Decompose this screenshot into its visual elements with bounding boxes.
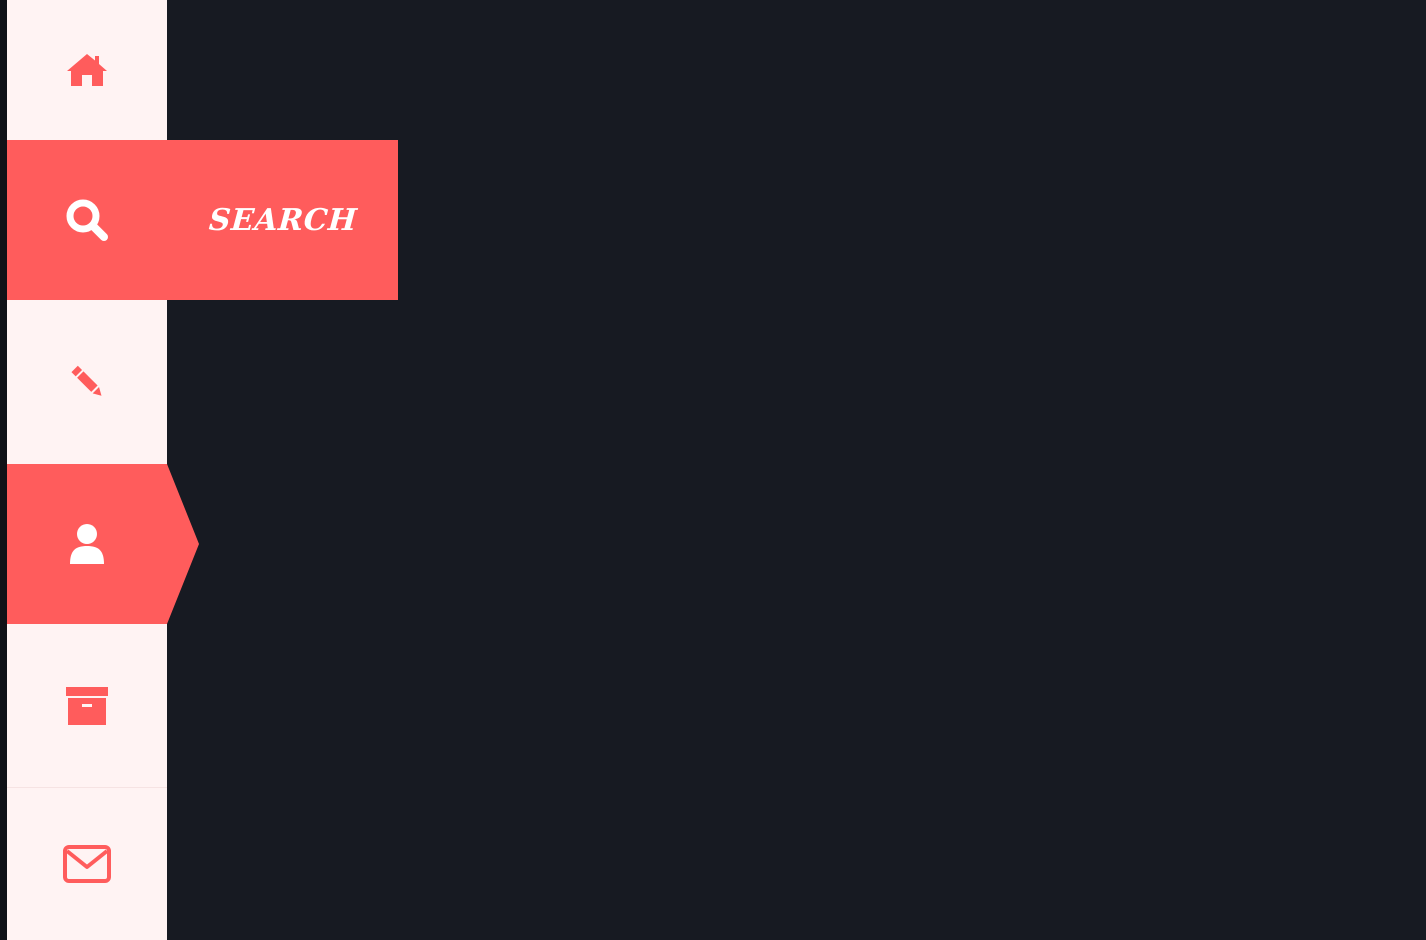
user-icon [70, 524, 104, 564]
app-page: SEARCH [0, 0, 1426, 940]
archive-icon [66, 686, 108, 725]
search-icon [66, 199, 108, 241]
search-flyout-label: SEARCH [207, 202, 358, 238]
left-edge-strip [0, 0, 7, 940]
nav-item-home[interactable] [7, 0, 167, 140]
nav-item-mail[interactable] [7, 788, 167, 940]
nav-item-search[interactable] [7, 140, 167, 300]
envelope-icon [63, 845, 111, 883]
home-icon [67, 54, 107, 86]
active-indicator-arrow [167, 464, 199, 624]
nav-item-edit[interactable] [7, 300, 167, 464]
search-flyout[interactable]: SEARCH [167, 140, 398, 300]
nav-item-profile[interactable] [7, 464, 167, 624]
nav-item-archive[interactable] [7, 624, 167, 787]
pencil-icon [71, 365, 102, 396]
